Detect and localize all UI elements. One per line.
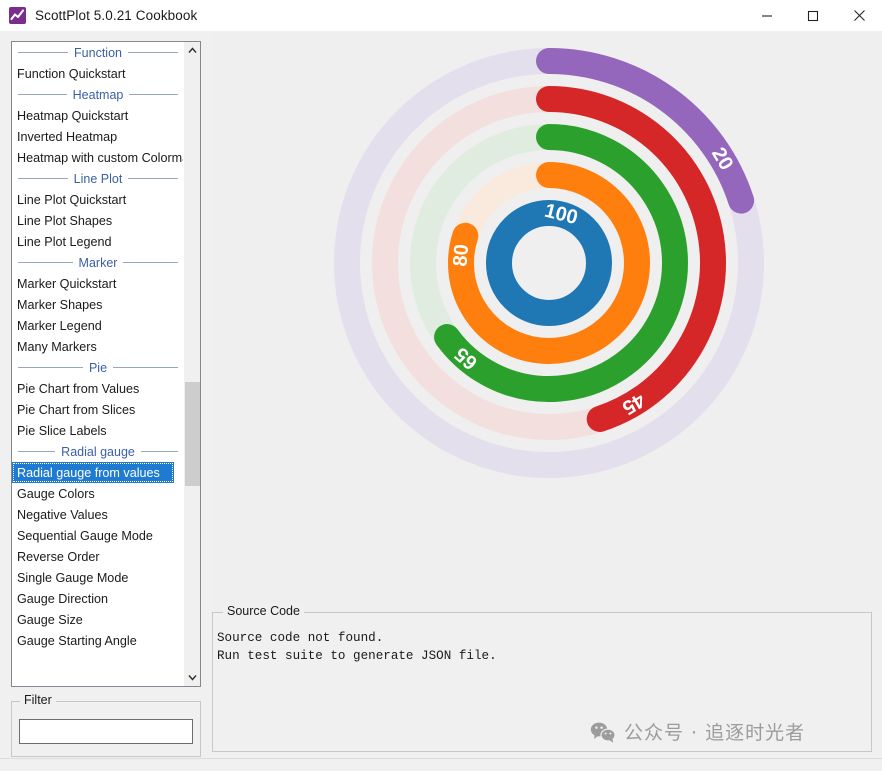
list-item[interactable]: Pie Slice Labels — [12, 420, 184, 441]
category-label: Function — [74, 45, 122, 60]
recipe-list[interactable]: Function Function Quickstart Heatmap Heatma… — [11, 41, 201, 687]
recipe-list-items: Function Function Quickstart Heatmap Heatma… — [12, 42, 184, 686]
divider-line — [123, 262, 178, 263]
list-item[interactable]: Line Plot Quickstart — [12, 189, 184, 210]
list-item[interactable]: Sequential Gauge Mode — [12, 525, 184, 546]
category-label: Marker — [78, 255, 118, 270]
category-header-radial-gauge: Radial gauge — [12, 441, 184, 462]
chevron-up-icon[interactable] — [184, 42, 200, 59]
filter-label: Filter — [20, 693, 56, 707]
sidebar-scrollbar[interactable] — [183, 42, 200, 686]
divider-line — [129, 94, 179, 95]
divider-line — [18, 94, 67, 95]
category-label: Line Plot — [73, 171, 123, 186]
list-item[interactable]: Heatmap Quickstart — [12, 105, 184, 126]
list-item[interactable]: Reverse Order — [12, 546, 184, 567]
list-item[interactable]: Pie Chart from Values — [12, 378, 184, 399]
chart-line-icon — [9, 7, 26, 24]
plot-area: 20 45 65 80 100 — [212, 31, 882, 612]
filter-group: Filter — [11, 693, 201, 757]
list-item[interactable]: Marker Shapes — [12, 294, 184, 315]
category-label: Pie — [88, 360, 108, 375]
list-item[interactable]: Marker Quickstart — [12, 273, 184, 294]
category-header-heatmap: Heatmap — [12, 84, 184, 105]
minimize-button[interactable] — [744, 0, 790, 31]
divider-line — [18, 262, 73, 263]
list-item[interactable]: Pie Chart from Slices — [12, 399, 184, 420]
close-button[interactable] — [836, 0, 882, 31]
divider-line — [18, 367, 83, 368]
divider-line — [128, 178, 178, 179]
divider-line — [18, 451, 56, 452]
list-item[interactable]: Function Quickstart — [12, 63, 184, 84]
list-item[interactable]: Line Plot Legend — [12, 231, 184, 252]
list-item[interactable]: Marker Legend — [12, 315, 184, 336]
list-item[interactable]: Gauge Starting Angle — [12, 630, 184, 651]
radial-gauge-chart: 20456580100 — [212, 31, 882, 612]
list-item[interactable]: Gauge Colors — [12, 483, 184, 504]
source-code-group: Source Code Source code not found. Run t… — [212, 604, 872, 752]
category-header-function: Function — [12, 42, 184, 63]
window-title: ScottPlot 5.0.21 Cookbook — [35, 8, 198, 23]
list-item[interactable]: Gauge Direction — [12, 588, 184, 609]
title-bar: ScottPlot 5.0.21 Cookbook — [0, 0, 882, 32]
bottom-strip — [0, 758, 882, 771]
list-item[interactable]: Negative Values — [12, 504, 184, 525]
list-item[interactable]: Single Gauge Mode — [12, 567, 184, 588]
scrollbar-thumb[interactable] — [185, 382, 200, 486]
divider-line — [18, 52, 69, 53]
gauge-value-label: 80 — [449, 243, 473, 267]
list-item[interactable]: Radial gauge from values — [12, 462, 174, 483]
list-item[interactable]: Inverted Heatmap — [12, 126, 184, 147]
category-header-marker: Marker — [12, 252, 184, 273]
category-label: Heatmap — [72, 87, 124, 102]
maximize-button[interactable] — [790, 0, 836, 31]
divider-line — [18, 178, 68, 179]
list-item[interactable]: Gauge Size — [12, 609, 184, 630]
category-header-pie: Pie — [12, 357, 184, 378]
divider-line — [113, 367, 179, 368]
filter-input[interactable] — [19, 719, 193, 744]
list-item[interactable]: Line Plot Shapes — [12, 210, 184, 231]
sidebar: Function Function Quickstart Heatmap Heatma… — [0, 31, 212, 771]
source-code-label: Source Code — [223, 604, 304, 618]
chevron-down-icon[interactable] — [184, 669, 200, 686]
divider-line — [140, 451, 179, 452]
list-item[interactable]: Many Markers — [12, 336, 184, 357]
category-label: Radial gauge — [61, 444, 135, 459]
source-code-text: Source code not found. Run test suite to… — [217, 631, 497, 663]
list-item[interactable]: Heatmap with custom Colormap — [12, 147, 184, 168]
divider-line — [127, 52, 179, 53]
category-header-line-plot: Line Plot — [12, 168, 184, 189]
window-controls — [744, 0, 882, 31]
cookbook-window: ScottPlot 5.0.21 Cookbook Function Functi… — [0, 0, 882, 771]
